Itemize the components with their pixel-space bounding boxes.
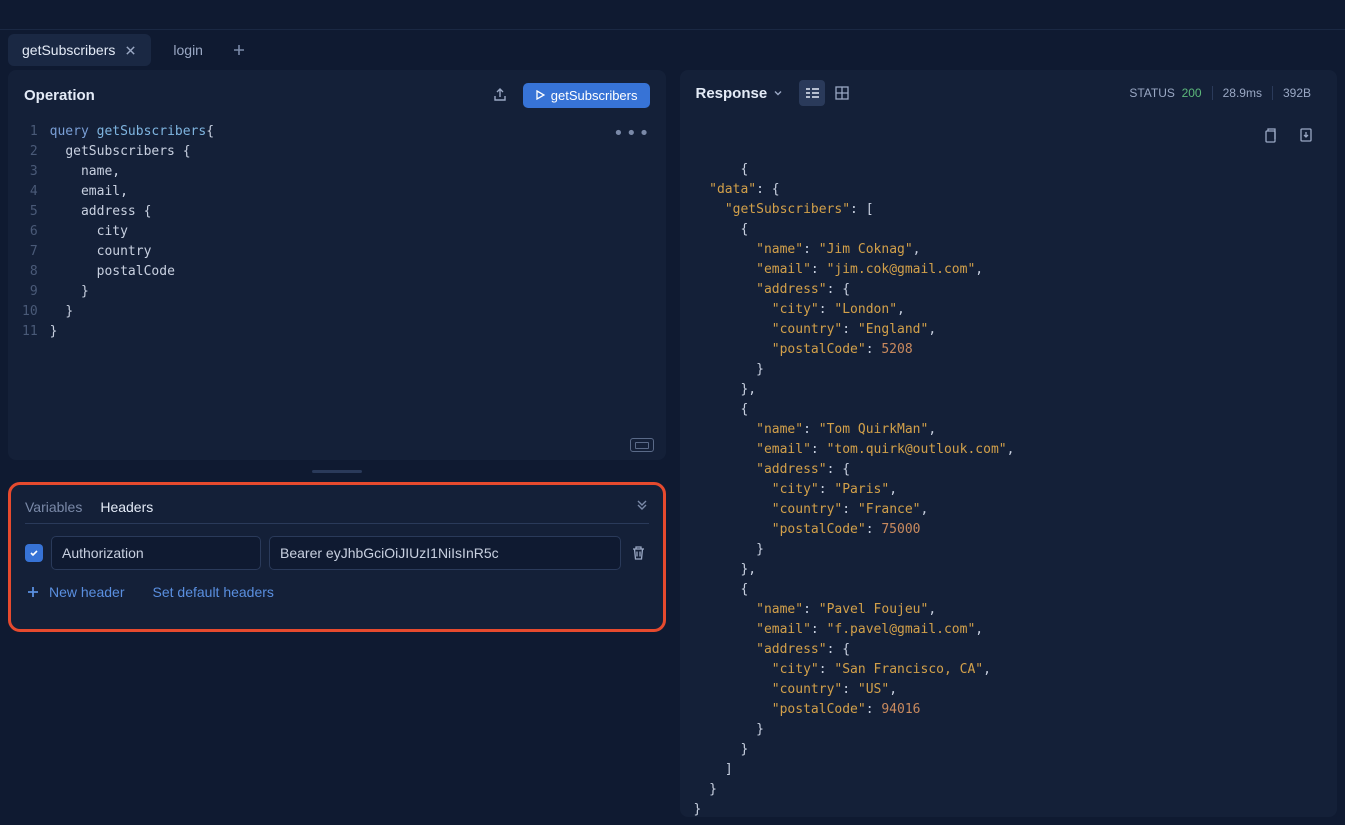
download-icon[interactable] [1293, 122, 1319, 148]
headers-panel: Variables Headers [8, 482, 666, 632]
tab-headers[interactable]: Headers [100, 499, 153, 515]
keyboard-shortcuts-icon[interactable] [630, 438, 654, 452]
header-row [25, 536, 649, 570]
response-size: 392B [1273, 86, 1321, 100]
editor-menu-icon[interactable]: ••• [613, 124, 652, 144]
collapse-icon[interactable] [635, 500, 649, 514]
share-icon[interactable] [487, 82, 513, 108]
run-label: getSubscribers [551, 88, 638, 103]
response-body[interactable]: { "data": { "getSubscribers": [ { "name"… [680, 116, 1338, 817]
close-icon[interactable] [123, 43, 137, 57]
tab-label: getSubscribers [22, 42, 115, 58]
app-topbar [0, 0, 1345, 30]
json-view-button[interactable] [799, 80, 825, 106]
set-default-headers-button[interactable]: Set default headers [153, 584, 274, 600]
chevron-down-icon [773, 88, 783, 98]
run-operation-button[interactable]: getSubscribers [523, 83, 650, 108]
response-title[interactable]: Response [696, 85, 784, 102]
header-value-input[interactable] [269, 536, 621, 570]
tab-label: login [173, 42, 203, 58]
table-view-button[interactable] [829, 80, 855, 106]
resize-handle[interactable] [8, 468, 666, 474]
tab-variables[interactable]: Variables [25, 499, 82, 515]
add-tab-button[interactable] [225, 36, 253, 64]
response-time: 28.9ms [1213, 86, 1273, 100]
tabs-row: getSubscribers login [0, 30, 1345, 70]
new-header-button[interactable]: New header [25, 584, 125, 600]
copy-icon[interactable] [1257, 122, 1283, 148]
tab-login[interactable]: login [159, 34, 217, 66]
response-panel: Response STATUS 200 28.9ms 3 [680, 70, 1338, 817]
tab-getsubscribers[interactable]: getSubscribers [8, 34, 151, 66]
delete-header-icon[interactable] [629, 545, 649, 561]
operation-title: Operation [24, 87, 95, 104]
operation-panel: Operation getSubscribers 1234567891011 q… [8, 70, 666, 460]
status-label: STATUS 200 [1119, 86, 1212, 100]
plus-icon [25, 584, 41, 600]
query-editor[interactable]: 1234567891011 query getSubscribers{ getS… [8, 118, 666, 434]
header-key-input[interactable] [51, 536, 261, 570]
header-enabled-checkbox[interactable] [25, 544, 43, 562]
